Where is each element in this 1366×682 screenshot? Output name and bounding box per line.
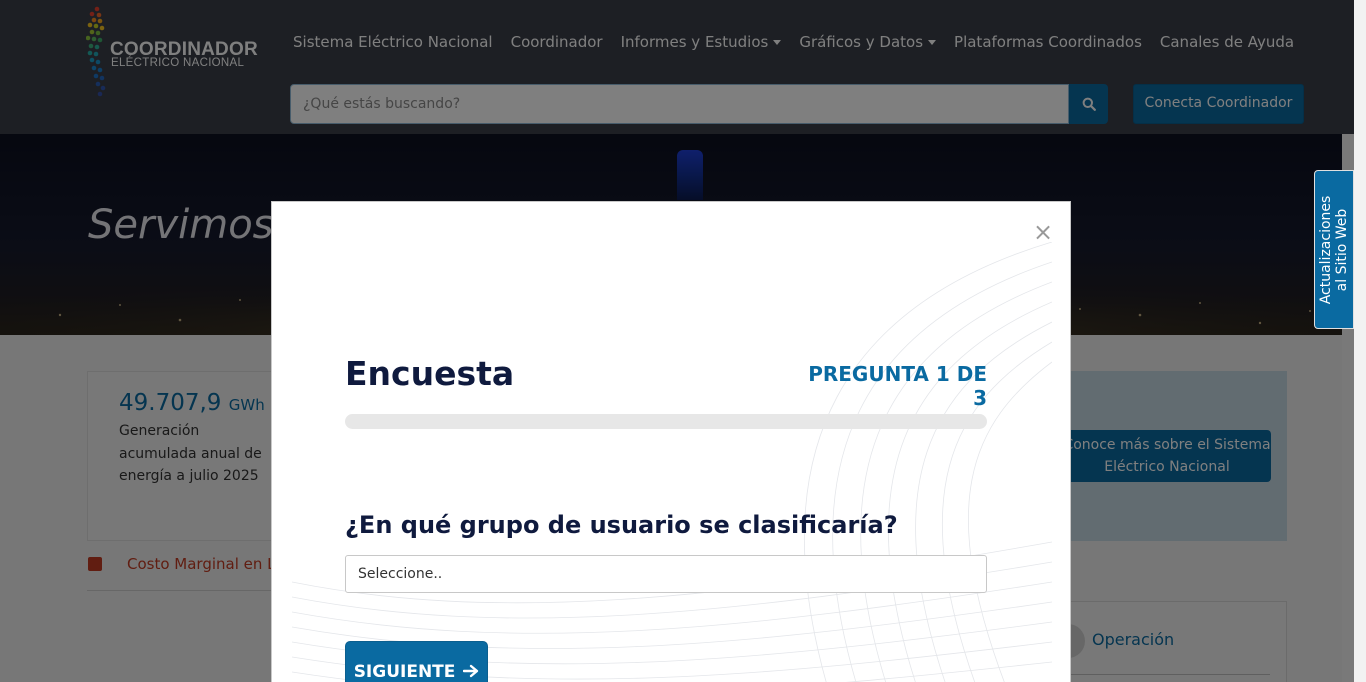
- question-text: ¿En qué grupo de usuario se clasificaría…: [345, 511, 898, 539]
- survey-modal: × Encuesta PREGUNTA 1 DE 3 ¿En qué grupo…: [271, 201, 1071, 682]
- close-icon[interactable]: ×: [1033, 220, 1053, 244]
- actualizaciones-tab[interactable]: Actualizaciones al Sitio Web: [1314, 170, 1354, 329]
- decorative-lines: [292, 242, 1052, 682]
- user-group-select[interactable]: Seleccione..: [345, 555, 987, 593]
- modal-title: Encuesta: [345, 354, 515, 393]
- arrow-right-icon: [463, 664, 479, 678]
- siguiente-button[interactable]: SIGUIENTE: [345, 641, 488, 682]
- side-tab-line1: Actualizaciones: [1318, 195, 1334, 304]
- side-tab-line2: al Sitio Web: [1334, 208, 1350, 291]
- progress-bar: [345, 414, 987, 429]
- question-counter: PREGUNTA 1 DE 3: [808, 362, 987, 410]
